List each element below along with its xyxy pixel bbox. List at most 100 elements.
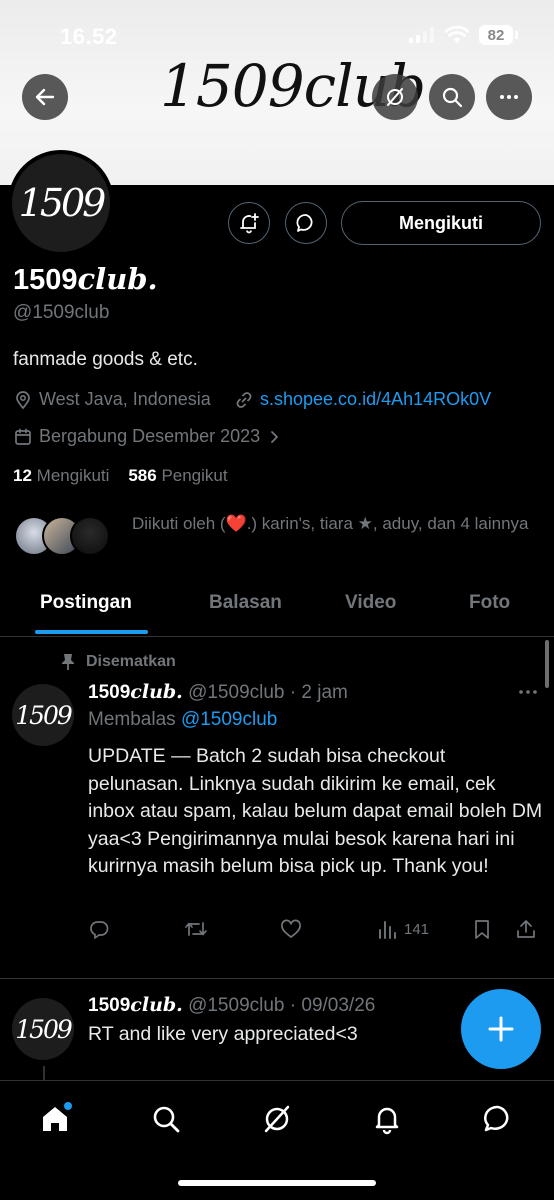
following-label: Mengikuti (36, 466, 110, 485)
followers-link[interactable]: 586 Pengikut (128, 466, 227, 485)
tweet-time: 09/03/26 (301, 995, 376, 1016)
pin-icon (62, 654, 74, 670)
like-icon (281, 919, 301, 938)
follow-stats: 12 Mengikuti 586 Pengikut (13, 466, 228, 486)
location-text: West Java, Indonesia (39, 389, 211, 409)
bookmark-button[interactable] (471, 918, 493, 940)
back-button[interactable] (22, 74, 68, 120)
tweet-time: 2 jam (301, 682, 348, 703)
tweet-author-name[interactable]: 1509club. (88, 994, 183, 1016)
explore-icon (153, 1106, 180, 1133)
follower-avatar (70, 516, 110, 556)
bookmark-icon (475, 920, 489, 939)
tab-replies[interactable]: Balasan (209, 592, 282, 614)
reply-handle-link[interactable]: @1509club (181, 709, 277, 730)
followers-label: Pengikut (161, 466, 228, 485)
avatar-logo-text: 1509 (18, 181, 107, 225)
nav-messages[interactable] (478, 1099, 518, 1139)
search-button[interactable] (429, 74, 475, 120)
compose-button[interactable] (461, 989, 541, 1069)
following-count: 12 (13, 466, 32, 485)
reply-button[interactable] (88, 918, 110, 940)
grok-icon (387, 88, 403, 106)
display-name-word: club. (77, 262, 158, 296)
notifications-icon (375, 1107, 399, 1135)
nav-grok[interactable] (257, 1099, 297, 1139)
display-name: 1509club. (13, 262, 158, 297)
nav-notifications[interactable] (367, 1099, 407, 1139)
home-indicator (178, 1180, 376, 1186)
wifi-icon (445, 26, 469, 43)
pinned-label: Disematkan (60, 653, 176, 671)
battery-level: 82 (479, 25, 513, 45)
more-icon (519, 690, 537, 694)
author-name-num: 1509 (88, 682, 131, 703)
link-row[interactable]: s.shopee.co.id/4Ah14ROk0V (234, 389, 491, 410)
views-icon (379, 921, 396, 939)
calendar-icon (15, 428, 31, 445)
profile-link[interactable]: s.shopee.co.id/4Ah14ROk0V (260, 389, 491, 410)
share-icon (517, 920, 535, 938)
location-row: West Java, Indonesia (13, 389, 211, 410)
author-name-word: club. (130, 994, 183, 1016)
more-button[interactable] (486, 74, 532, 120)
notify-button[interactable] (228, 202, 270, 244)
author-name-word: club. (130, 681, 183, 703)
profile-handle: @1509club (13, 302, 110, 323)
tweet-author-handle: @1509club (188, 995, 285, 1016)
following-link[interactable]: 12 Mengikuti (13, 466, 109, 485)
status-icons: 82 (409, 25, 518, 45)
following-button[interactable]: Mengikuti (341, 201, 541, 245)
more-icon (500, 95, 518, 99)
tweet-text: UPDATE — Batch 2 sudah bisa checkout pel… (88, 745, 543, 877)
grok-button[interactable] (372, 74, 418, 120)
avatar-logo-text: 1509 (15, 700, 73, 730)
pinned-text: Disematkan (86, 653, 176, 670)
followed-by-avatars[interactable] (14, 516, 110, 556)
reply-context: Membalas @1509club (88, 709, 277, 731)
joined-row[interactable]: Bergabung Desember 2023 (13, 426, 282, 447)
location-icon (16, 390, 30, 409)
views-button[interactable]: 141 (376, 918, 429, 940)
retweet-button[interactable] (184, 918, 208, 940)
tweet-avatar[interactable]: 1509 (12, 998, 74, 1060)
message-icon (296, 214, 313, 232)
status-time: 16.52 (60, 24, 118, 49)
tweet-actions: 141 (88, 918, 538, 944)
back-arrow-icon (35, 88, 55, 106)
followers-count: 586 (128, 466, 157, 485)
message-button[interactable] (285, 202, 327, 244)
home-notification-dot (64, 1102, 72, 1110)
like-button[interactable] (280, 918, 302, 940)
notify-add-icon (240, 213, 259, 234)
tweet-author-name[interactable]: 1509club. (88, 681, 183, 703)
share-button[interactable] (515, 918, 537, 940)
tab-posts[interactable]: Postingan (40, 592, 132, 614)
author-name-num: 1509 (88, 995, 131, 1016)
grok-icon (264, 1105, 290, 1133)
tab-video[interactable]: Video (345, 592, 396, 614)
joined-text: Bergabung Desember 2023 (39, 426, 261, 446)
tweet-more-button[interactable] (517, 681, 539, 708)
tweet-text: RT and like very appreciated<3 (88, 1023, 358, 1045)
nav-home[interactable] (35, 1099, 75, 1139)
nav-explore[interactable] (146, 1099, 186, 1139)
display-name-number: 1509 (13, 264, 78, 296)
messages-icon (483, 1105, 509, 1132)
compose-plus-icon (488, 1016, 514, 1042)
reply-prefix: Membalas (88, 709, 176, 730)
tab-photos[interactable]: Foto (469, 592, 510, 614)
profile-avatar[interactable]: 1509 (8, 150, 114, 256)
profile-bio: fanmade goods & etc. (13, 349, 198, 370)
tweet-avatar[interactable]: 1509 (12, 684, 74, 746)
retweet-icon (185, 922, 207, 936)
avatar-logo-text: 1509 (15, 1014, 73, 1044)
search-icon (442, 87, 463, 108)
tweet-divider (0, 978, 554, 979)
views-count: 141 (404, 920, 430, 938)
chevron-right-icon (271, 430, 279, 443)
active-tab-indicator (35, 630, 148, 634)
scrollbar[interactable] (545, 640, 549, 688)
battery-tip (515, 31, 518, 39)
followed-by-text[interactable]: Diikuti oleh (❤️.) karin's, tiara ★, adu… (132, 510, 532, 538)
